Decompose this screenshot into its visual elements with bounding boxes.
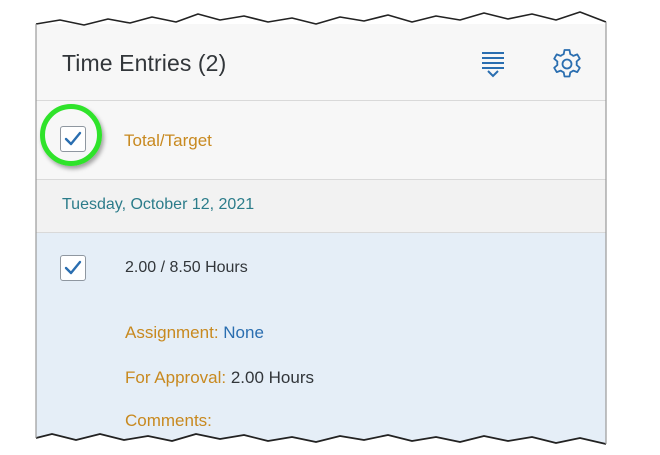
page-title: Time Entries (2)	[62, 50, 227, 76]
assignment-field: Assignment: None	[125, 323, 264, 343]
comments-label: Comments:	[125, 411, 212, 430]
assignment-label: Assignment:	[125, 323, 219, 342]
total-target-checkbox[interactable]	[60, 126, 86, 152]
checkmark-icon	[64, 260, 82, 275]
time-entry-checkbox[interactable]	[60, 255, 86, 281]
total-target-row[interactable]: Total/Target	[36, 101, 606, 180]
comments-field: Comments:	[125, 411, 212, 431]
sort-icon[interactable]	[480, 50, 506, 78]
panel-header: Time Entries (2)	[36, 24, 606, 101]
time-entry-item[interactable]: 2.00 / 8.50 Hours Assignment: None For A…	[36, 233, 606, 444]
assignment-value[interactable]: None	[223, 323, 264, 342]
entry-hours: 2.00 / 8.50 Hours	[125, 259, 248, 276]
approval-field: For Approval: 2.00 Hours	[125, 368, 314, 388]
date-group-header: Tuesday, October 12, 2021	[36, 180, 606, 233]
total-target-label: Total/Target	[124, 131, 212, 150]
time-entries-panel: Time Entries (2) Total/Target Tuesday, O…	[36, 24, 606, 444]
approval-label: For Approval:	[125, 368, 227, 387]
gear-icon[interactable]	[551, 48, 583, 80]
checkmark-icon	[64, 131, 82, 146]
date-group-label: Tuesday, October 12, 2021	[62, 196, 255, 213]
approval-value: 2.00 Hours	[230, 368, 315, 387]
